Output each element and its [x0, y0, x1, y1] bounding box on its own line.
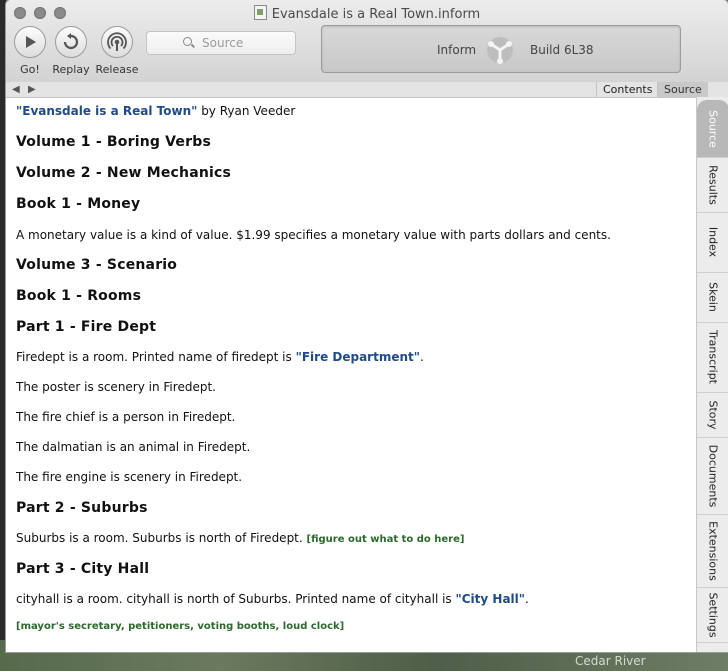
cityhall-text: cityhall is a room. cityhall is north of…	[16, 592, 456, 606]
side-tab-source-label: Source	[706, 109, 720, 148]
heading-part3: Part 3 - City Hall	[16, 561, 150, 577]
side-tab-settings[interactable]: Settings	[697, 587, 728, 643]
build-number: Build 6L38	[530, 43, 594, 57]
heading-volume3: Volume 3 - Scenario	[16, 257, 178, 273]
side-tab-results-label: Results	[706, 164, 720, 205]
chief-paragraph: The fire chief is a person in Firedept.	[16, 410, 236, 424]
side-tab-story[interactable]: Story	[697, 392, 728, 438]
inform-window: Evansdale is a Real Town.inform Go! Repl…	[6, 0, 728, 652]
side-tab-transcript-label: Transcript	[706, 330, 720, 384]
side-tab-skein[interactable]: Skein	[697, 272, 728, 323]
map-label: Cedar River	[575, 654, 646, 668]
tab-contents[interactable]: Contents	[596, 82, 658, 97]
side-tab-documents[interactable]: Documents	[697, 437, 728, 515]
heading-part1: Part 1 - Fire Dept	[16, 319, 157, 335]
side-tab-index-label: Index	[706, 226, 720, 258]
story-title: "Evansdale is a Real Town"	[16, 104, 198, 118]
side-tab-transcript[interactable]: Transcript	[697, 322, 728, 393]
side-tab-index[interactable]: Index	[697, 212, 728, 273]
forward-arrow-icon[interactable]: ▶	[28, 82, 36, 97]
release-button[interactable]: Release	[89, 26, 145, 76]
search-icon	[183, 37, 192, 46]
replay-icon	[55, 26, 87, 58]
window-title-text: Evansdale is a Real Town.inform	[271, 7, 481, 22]
dalmatian-paragraph: The dalmatian is an animal in Firedept.	[16, 440, 251, 454]
cityhall-name: "City Hall"	[455, 592, 526, 606]
side-tab-source[interactable]: Source	[697, 100, 728, 158]
title-line: "Evansdale is a Real Town" by Ryan Veede…	[16, 104, 295, 118]
author-text: by Ryan Veeder	[197, 104, 296, 118]
cityhall-end: .	[525, 592, 529, 606]
source-editor[interactable]: "Evansdale is a Real Town" by Ryan Veede…	[16, 97, 692, 652]
heading-volume2: Volume 2 - New Mechanics	[16, 165, 232, 181]
heading-part2: Part 2 - Suburbs	[16, 500, 148, 516]
side-tab-settings-label: Settings	[706, 591, 720, 638]
inform-logo-icon	[487, 37, 513, 64]
release-label: Release	[95, 63, 139, 76]
money-paragraph: A monetary value is a kind of value. $1.…	[16, 228, 611, 242]
poster-paragraph: The poster is scenery in Firedept.	[16, 380, 216, 394]
firedept-text: Firedept is a room. Printed name of fire…	[16, 350, 296, 364]
cityhall-paragraph: cityhall is a room. cityhall is north of…	[16, 592, 529, 606]
pane-tab-bar: ◀ ▶ Contents Source	[6, 82, 728, 98]
firedept-name: "Fire Department"	[295, 350, 421, 364]
suburbs-paragraph: Suburbs is a room. Suburbs is north of F…	[16, 531, 464, 545]
suburbs-text: Suburbs is a room. Suburbs is north of F…	[16, 531, 307, 545]
side-tab-story-label: Story	[706, 399, 720, 430]
side-tab-skein-label: Skein	[706, 282, 720, 312]
release-broadcast-icon	[101, 26, 133, 58]
document-icon	[253, 5, 267, 20]
back-arrow-icon[interactable]: ◀	[12, 82, 20, 97]
firedept-end: .	[420, 350, 424, 364]
side-tab-extensions[interactable]: Extensions	[697, 514, 728, 588]
search-placeholder: Source	[202, 36, 244, 50]
heading-volume1: Volume 1 - Boring Verbs	[16, 134, 211, 150]
side-tab-bar: Source Results Index Skein Transcript St…	[696, 97, 728, 652]
source-search-field[interactable]: Source	[146, 31, 296, 55]
heading-book-money: Book 1 - Money	[16, 196, 141, 212]
app-name: Inform	[437, 43, 477, 57]
title-bar: Evansdale is a Real Town.inform Go! Repl…	[6, 0, 728, 83]
side-tab-results[interactable]: Results	[697, 157, 728, 213]
heading-book-rooms: Book 1 - Rooms	[16, 288, 142, 304]
suburbs-note: [figure out what to do here]	[306, 534, 465, 545]
firedept-paragraph: Firedept is a room. Printed name of fire…	[16, 350, 424, 364]
side-tab-documents-label: Documents	[706, 444, 720, 507]
tab-source[interactable]: Source	[657, 82, 708, 97]
window-title: Evansdale is a Real Town.inform	[6, 5, 728, 22]
cityhall-note: [mayor's secretary, petitioners, voting …	[16, 621, 345, 632]
side-tab-extensions-label: Extensions	[706, 520, 720, 581]
engine-paragraph: The fire engine is scenery in Firedept.	[16, 470, 243, 484]
play-icon	[14, 26, 46, 58]
status-panel: Inform Build 6L38	[321, 25, 681, 73]
